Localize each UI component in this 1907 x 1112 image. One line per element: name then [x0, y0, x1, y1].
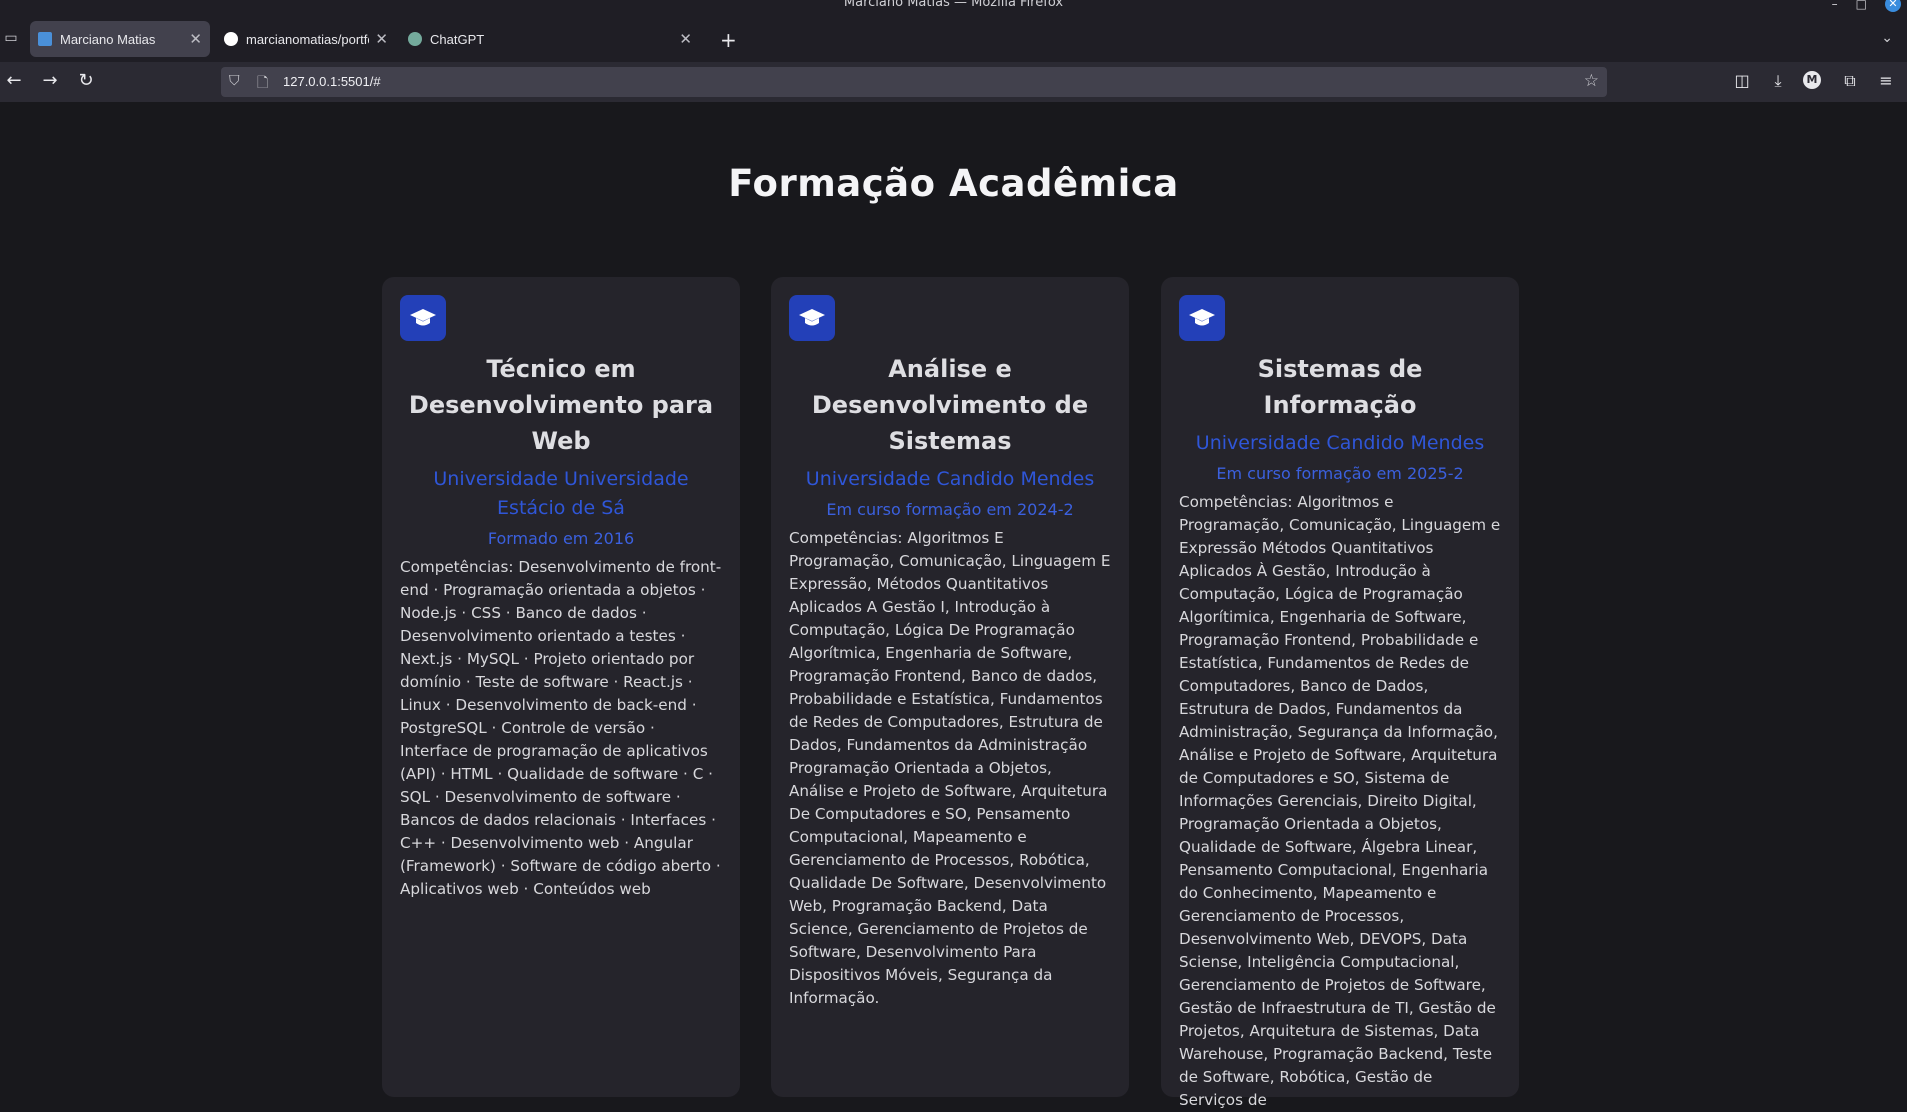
extensions-icon[interactable]: ⧉ [1839, 71, 1861, 91]
url-text[interactable]: 127.0.0.1:5501/# [283, 74, 381, 89]
card-period: Em curso formação em 2024-2 [826, 500, 1074, 519]
window-title: Marciano Matias — Mozilla Firefox [843, 0, 1064, 10]
card-period: Em curso formação em 2025-2 [1216, 464, 1464, 483]
browser-titlebar: Marciano Matias — Mozilla Firefox – □ ✕ … [0, 0, 1907, 62]
tab-marciano-matias[interactable]: Marciano Matias ✕ [30, 21, 210, 57]
chatgpt-icon [408, 32, 422, 46]
tab-label: ChatGPT [430, 31, 485, 47]
new-tab-button[interactable]: + [720, 28, 737, 52]
graduation-cap-icon [789, 295, 835, 341]
tab-close-icon[interactable]: ✕ [679, 30, 692, 48]
card-skills: Competências: Algoritmos e Programação, … [1179, 493, 1501, 1109]
graduation-cap-icon [400, 295, 446, 341]
page-content: Formação Acadêmica Técnico em Desenvolvi… [0, 102, 1907, 1109]
tab-list-icon[interactable]: ▭ [0, 30, 22, 52]
card-school: Universidade Candido Mendes [1195, 432, 1485, 454]
account-avatar: M [1803, 71, 1821, 89]
shield-icon[interactable]: ⛉ [229, 73, 240, 89]
address-bar[interactable]: ⛉ 🗋 127.0.0.1:5501/# ☆ [221, 67, 1607, 97]
tab-close-icon[interactable]: ✕ [375, 30, 388, 48]
card-skills: Competências: Desenvolvimento de front-e… [400, 558, 722, 898]
card-period: Formado em 2016 [487, 529, 635, 548]
bookmark-star-icon[interactable]: ☆ [1584, 71, 1599, 91]
forward-arrow-icon[interactable]: → [38, 70, 62, 91]
graduation-cap-icon [1179, 295, 1225, 341]
monitor-icon [38, 32, 52, 46]
reload-icon[interactable]: ↻ [74, 70, 98, 91]
education-card: Técnico em Desenvolvimento para Web Univ… [382, 277, 740, 1097]
back-arrow-icon[interactable]: ← [2, 70, 26, 91]
maximize-icon[interactable]: □ [1856, 0, 1867, 11]
pocket-icon[interactable]: ◫ [1731, 71, 1753, 90]
minimize-icon[interactable]: – [1832, 0, 1838, 11]
education-card: Análise e Desenvolvimento de Sistemas Un… [771, 277, 1129, 1097]
card-title: Análise e Desenvolvimento de Sistemas [811, 355, 1089, 455]
card-school: Universidade Universidade Estácio de Sá [433, 468, 689, 519]
tab-label: Marciano Matias [60, 31, 156, 47]
window-controls: – □ ✕ [1832, 0, 1901, 12]
download-icon[interactable]: ⤓ [1767, 71, 1789, 91]
close-window-icon[interactable]: ✕ [1885, 0, 1901, 12]
tab-github-portfolio[interactable]: marcianomatias/portfolio- ✕ [216, 21, 396, 57]
tab-label: marcianomatias/portfolio- [246, 31, 369, 47]
account-icon[interactable]: M [1803, 71, 1825, 89]
card-school: Universidade Candido Mendes [805, 468, 1095, 490]
card-title: Técnico em Desenvolvimento para Web [408, 355, 714, 455]
tab-chatgpt[interactable]: ChatGPT ✕ [400, 21, 700, 57]
menu-icon[interactable]: ≡ [1875, 71, 1897, 90]
browser-navbar: ← → ↻ ⛉ 🗋 127.0.0.1:5501/# ☆ ◫ ⤓ M ⧉ ≡ [0, 62, 1907, 102]
section-title: Formação Acadêmica [728, 162, 1179, 205]
card-skills: Competências: Algoritmos E Programação, … [789, 529, 1111, 1007]
education-card: Sistemas de Informação Universidade Cand… [1161, 277, 1519, 1109]
tab-close-icon[interactable]: ✕ [189, 30, 202, 48]
chevron-down-icon[interactable]: ⌄ [1881, 30, 1893, 46]
card-title: Sistemas de Informação [1257, 355, 1423, 419]
page-icon: 🗋 [257, 75, 269, 91]
github-icon [224, 32, 238, 46]
